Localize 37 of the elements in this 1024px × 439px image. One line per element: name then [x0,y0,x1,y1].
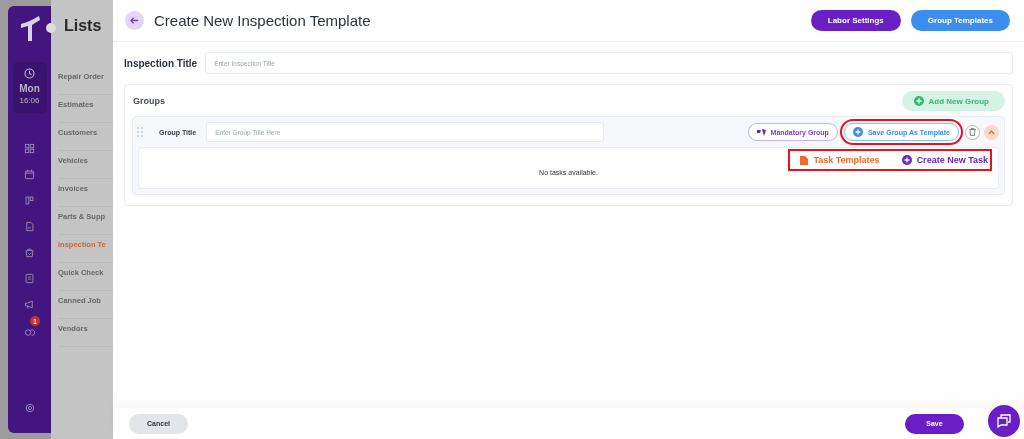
chat-button[interactable] [988,405,1020,437]
document-icon[interactable] [24,221,35,232]
add-group-button[interactable]: Add New Group [901,91,1005,111]
chevron-icon [988,129,995,135]
page-title: Create New Inspection Template [154,12,372,29]
clipboard-icon[interactable] [24,273,35,284]
field-label: Inspection Title [124,57,198,69]
trash-icon [969,128,976,136]
bag-icon[interactable] [24,247,35,258]
megaphone-icon[interactable] [24,299,35,310]
document-icon [800,155,809,165]
calendar-icon[interactable] [24,169,35,180]
task-templates-button[interactable]: Task Templates [800,155,880,165]
drag-handle-icon[interactable] [137,127,143,137]
lists-title: Lists [64,17,103,35]
grid-icon[interactable] [24,143,35,154]
logo-icon [18,14,41,42]
collapse-button[interactable] [984,124,999,140]
plus-circle-icon [913,96,924,106]
back-arrow-icon [130,16,139,25]
plus-circle-icon [901,155,912,165]
back-button[interactable] [125,11,144,30]
board-icon[interactable] [24,195,35,206]
groups-heading: Groups [133,96,165,106]
settings-icon[interactable] [24,403,35,413]
delete-button[interactable] [965,124,980,140]
clock-icon [24,68,35,79]
collapse-toggle[interactable] [46,23,56,33]
plus-circle-icon [852,127,863,137]
flag-icon [756,128,766,136]
day-label: Mon [19,83,40,94]
header-button[interactable]: Group Templates [910,10,1010,31]
chat-icon[interactable] [24,327,35,338]
header-button[interactable]: Labor Settings [810,10,901,31]
time-label: 16:06 [19,96,40,105]
chat-icon [997,414,1011,428]
create-task-button[interactable]: Create New Task [901,155,988,165]
